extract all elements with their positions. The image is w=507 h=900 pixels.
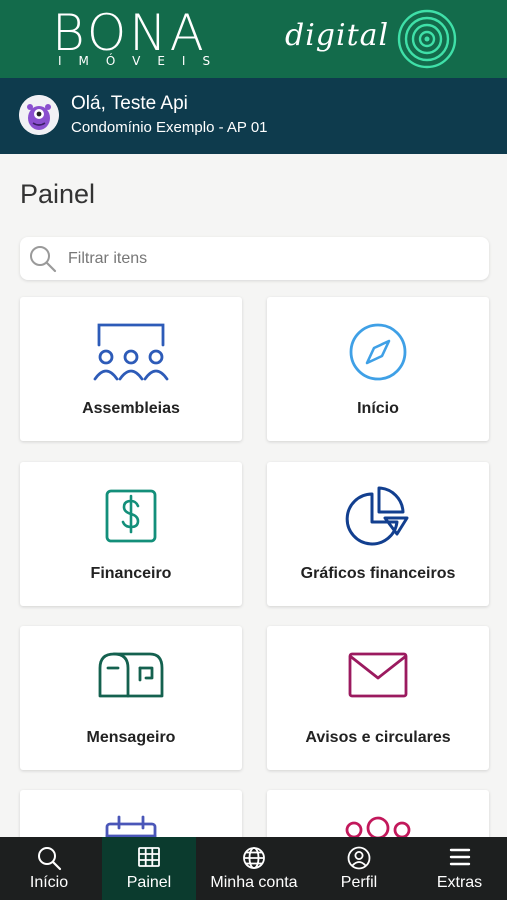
greeting-text: Olá, Teste Api — [71, 93, 188, 114]
brand-logo-subtext: IMÓVEIS — [58, 54, 228, 68]
globe-icon — [243, 847, 265, 869]
tab-label: Painel — [126, 874, 172, 891]
card-assembleias[interactable]: Assembleias — [20, 297, 242, 441]
card-financeiro[interactable]: Financeiro — [20, 462, 242, 606]
tab-painel[interactable]: Painel — [102, 837, 196, 900]
brand-digital-text: digital — [285, 18, 390, 53]
card-label: Avisos e circulares — [305, 729, 451, 746]
tab-label: Perfil — [340, 874, 378, 891]
tab-perfil[interactable]: Perfil — [310, 837, 408, 900]
monster-avatar-icon — [19, 95, 59, 135]
card-label: Gráficos financeiros — [300, 565, 456, 582]
card-label: Financeiro — [90, 565, 172, 582]
swirl-logo-icon — [397, 9, 457, 69]
page-title: Painel — [20, 179, 96, 209]
search-icon — [30, 246, 57, 273]
menu-icon — [449, 848, 470, 866]
card-avisos-circulares[interactable]: Avisos e circulares — [267, 626, 489, 770]
user-header: Olá, Teste Api Condomínio Exemplo - AP 0… — [0, 78, 507, 154]
tab-minha-conta[interactable]: Minha conta — [200, 837, 308, 900]
card-mensageiro[interactable]: Mensageiro — [20, 626, 242, 770]
search-box[interactable] — [20, 237, 489, 280]
card-graficos-financeiros[interactable]: Gráficos financeiros — [267, 462, 489, 606]
avatar[interactable] — [19, 95, 59, 135]
pie-chart-icon — [345, 486, 409, 546]
tab-inicio[interactable]: Início — [0, 837, 98, 900]
card-label: Mensageiro — [86, 729, 176, 746]
brand-header: BONA IMÓVEIS digital — [0, 0, 507, 78]
tab-label: Minha conta — [210, 874, 298, 891]
user-circle-icon — [347, 846, 371, 870]
card-inicio[interactable]: Início — [267, 297, 489, 441]
card-label: Assembleias — [82, 400, 180, 417]
tab-label: Início — [29, 874, 69, 891]
compass-icon — [349, 323, 407, 381]
search-icon — [38, 847, 62, 871]
search-input[interactable] — [68, 237, 478, 280]
mailbox-icon — [98, 652, 164, 698]
dollar-icon — [105, 489, 157, 543]
tab-label: Extras — [436, 874, 483, 891]
envelope-icon — [348, 652, 408, 698]
grid-icon — [138, 847, 160, 867]
tab-extras[interactable]: Extras — [412, 837, 507, 900]
bottom-tab-bar: Início Painel Minha conta Perfil Extras — [0, 837, 507, 900]
card-label: Início — [357, 400, 399, 417]
unit-text: Condomínio Exemplo - AP 01 — [71, 119, 268, 136]
assembly-icon — [93, 323, 169, 381]
